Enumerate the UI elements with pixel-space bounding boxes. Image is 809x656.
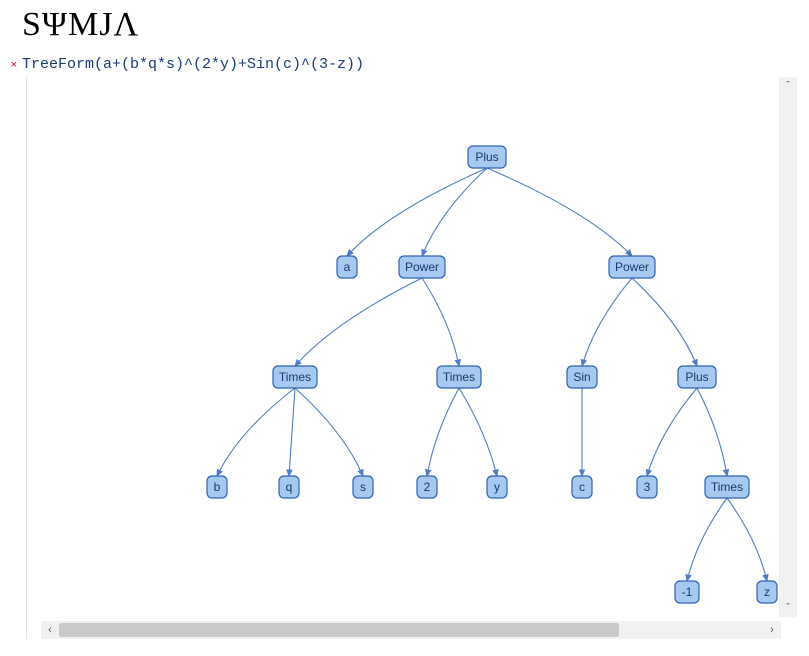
query-row: × TreeForm(a+(b*q*s)^(2*y)+Sin(c)^(3-z)): [0, 44, 809, 73]
tree-node[interactable]: 3: [637, 476, 657, 498]
vertical-scrollbar[interactable]: ˆ ˇ: [779, 77, 797, 617]
tree-node[interactable]: 2: [417, 476, 437, 498]
tree-node-label: Power: [615, 260, 649, 274]
tree-node[interactable]: y: [487, 476, 507, 498]
tree-node-label: 3: [644, 480, 651, 494]
tree-node[interactable]: s: [353, 476, 373, 498]
tree-node-label: Times: [443, 370, 475, 384]
tree-edge: [632, 278, 697, 366]
query-expression: TreeForm(a+(b*q*s)^(2*y)+Sin(c)^(3-z)): [22, 56, 364, 73]
tree-node[interactable]: Times: [437, 366, 481, 388]
tree-edge: [487, 168, 632, 256]
tree-edge: [217, 388, 295, 476]
scroll-right-icon[interactable]: ›: [763, 621, 781, 639]
tree-diagram: Plus a Power Power Times Times Sin Plus b q s 2 y c 3 T…: [27, 77, 779, 617]
tree-node[interactable]: c: [572, 476, 592, 498]
tree-edge: [697, 388, 727, 476]
tree-node-label: c: [579, 480, 585, 494]
tree-node[interactable]: b: [207, 476, 227, 498]
tree-edge: [295, 278, 422, 366]
tree-node[interactable]: a: [337, 256, 357, 278]
scroll-up-icon[interactable]: ˆ: [779, 77, 797, 95]
tree-node[interactable]: -1: [675, 581, 699, 603]
tree-edge: [687, 498, 727, 581]
tree-node-label: Power: [405, 260, 439, 274]
scroll-left-icon[interactable]: ‹: [41, 621, 59, 639]
tree-node-label: Sin: [573, 370, 590, 384]
tree-node-label: q: [286, 480, 293, 494]
tree-node-label: -1: [682, 585, 693, 599]
tree-edge: [422, 168, 487, 256]
tree-node-label: s: [360, 480, 366, 494]
tree-node-label: b: [214, 480, 221, 494]
tree-edge: [427, 388, 459, 476]
tree-edge: [422, 278, 459, 366]
scroll-down-icon[interactable]: ˇ: [779, 599, 797, 617]
close-icon[interactable]: ×: [6, 56, 22, 71]
tree-edge: [347, 168, 487, 256]
output-canvas: Plus a Power Power Times Times Sin Plus b q s 2 y c 3 T…: [26, 77, 797, 639]
tree-edge: [647, 388, 697, 476]
tree-node-label: 2: [424, 480, 431, 494]
tree-node-label: Times: [711, 480, 743, 494]
tree-node[interactable]: q: [279, 476, 299, 498]
tree-node-label: Times: [279, 370, 311, 384]
tree-node[interactable]: Power: [399, 256, 445, 278]
tree-node[interactable]: Plus: [678, 366, 716, 388]
tree-node-label: y: [494, 480, 500, 494]
tree-node[interactable]: Power: [609, 256, 655, 278]
scroll-thumb[interactable]: [59, 623, 619, 637]
tree-node[interactable]: Times: [705, 476, 749, 498]
tree-edge: [582, 278, 632, 366]
tree-node[interactable]: Sin: [567, 366, 597, 388]
app-logo: SΨMJΛ: [0, 0, 809, 44]
tree-edge: [295, 388, 363, 476]
tree-node[interactable]: z: [757, 581, 777, 603]
tree-node-label: z: [764, 585, 770, 599]
tree-edge: [459, 388, 497, 476]
tree-edge: [289, 388, 295, 476]
tree-node[interactable]: Times: [273, 366, 317, 388]
tree-node[interactable]: Plus: [468, 146, 506, 168]
tree-node-label: Plus: [685, 370, 708, 384]
tree-node-label: Plus: [475, 150, 498, 164]
tree-edge: [727, 498, 767, 581]
horizontal-scrollbar[interactable]: ‹ ›: [41, 621, 781, 639]
tree-node-label: a: [344, 260, 351, 274]
